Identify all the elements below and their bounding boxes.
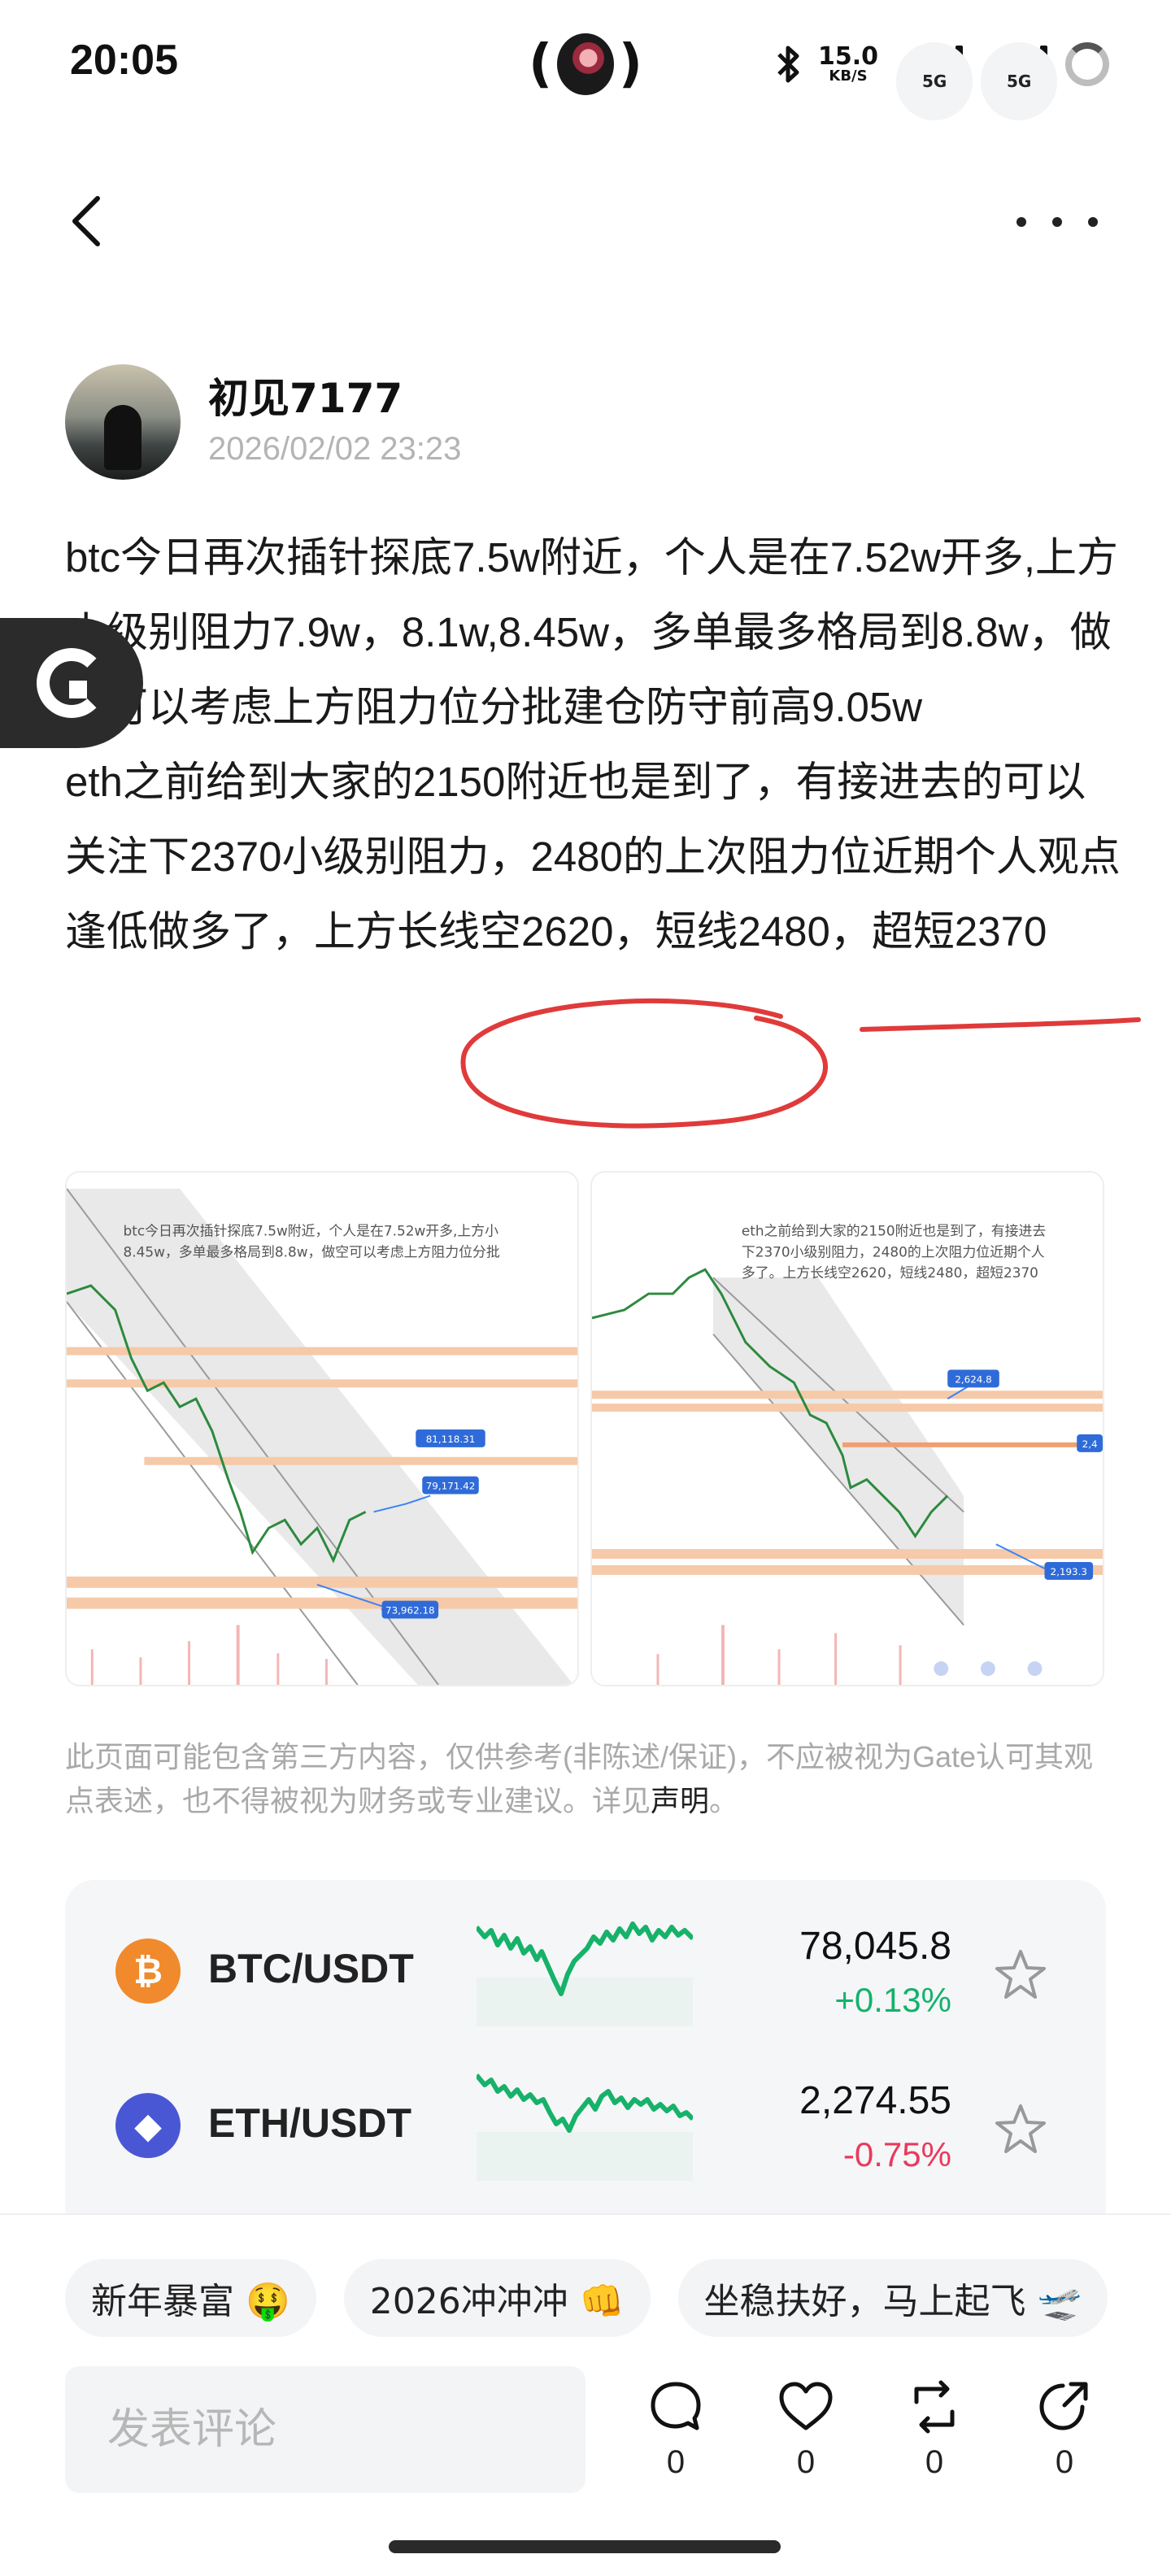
chart-image-btc[interactable]: 81,118.31 79,171.42 73,962.18 btc今日再次插针探… <box>65 1171 579 1686</box>
comment-button[interactable]: 0 <box>639 2378 712 2500</box>
status-icons: 15.0 KB/S 5G 5G <box>776 36 1109 120</box>
comment-bubble-icon <box>651 2382 701 2430</box>
more-dots-icon <box>1016 217 1026 227</box>
author-avatar[interactable] <box>65 364 181 480</box>
home-indicator[interactable] <box>389 2540 781 2553</box>
share-icon <box>1039 2382 1088 2430</box>
pair-change: +0.13% <box>834 1981 951 2019</box>
author-name[interactable]: 初见7177 <box>208 366 403 424</box>
post-paragraph-btc: btc今日再次插针探底7.5w附近，个人是在7.52w开多,上方小级别阻力7.9… <box>65 534 1119 730</box>
network-speed: 15.0 KB/S <box>818 45 878 84</box>
btc-chart-graphic: 81,118.31 79,171.42 73,962.18 btc今日再次插针探… <box>67 1173 577 1685</box>
pair-change: -0.75% <box>842 2135 951 2174</box>
paren-left: ( <box>529 34 553 94</box>
topic-tags: 新年暴富 🤑 2026冲冲冲 👊 坐稳扶好，马上起飞 🛫 <box>65 2259 1108 2337</box>
btc-label-2: 79,171.42 <box>426 1481 476 1492</box>
bluetooth-icon <box>777 46 799 83</box>
like-button[interactable]: 0 <box>769 2378 842 2500</box>
status-time: 20:05 <box>70 37 178 84</box>
comment-input[interactable] <box>65 2366 586 2493</box>
signal-icon: 5G <box>896 42 973 120</box>
post-content: btc今日再次插针探底7.5w附近，个人是在7.52w开多,上方小级别阻力7.9… <box>65 520 1122 969</box>
repost-button[interactable]: 0 <box>898 2378 971 2500</box>
ethereum-icon: ◆ <box>115 2093 181 2158</box>
eth-chart-graphic: 2,624.8 2,4 2,193.3 eth之前给到大家的2150附近也是到了… <box>592 1173 1103 1685</box>
status-center-avatar: ( ) <box>529 29 642 99</box>
pair-symbol: BTC/USDT <box>208 1946 414 1991</box>
heart-icon <box>779 2382 833 2430</box>
like-count: 0 <box>796 2444 816 2480</box>
signal-icon: 5G <box>981 42 1058 120</box>
assistant-icon <box>37 648 107 718</box>
eth-label-3: 2,193.3 <box>1051 1566 1087 1577</box>
eth-sparkline <box>477 2073 693 2181</box>
comment-count: 0 <box>666 2444 686 2480</box>
btc-label-3: 73,962.18 <box>385 1605 435 1617</box>
post-timestamp: 2026/02/02 23:23 <box>208 431 462 467</box>
repost-count: 0 <box>925 2444 944 2480</box>
statement-link[interactable]: 声明 <box>651 1784 709 1817</box>
related-markets-card: ₿ BTC/USDT 78,045.8 +0.13% ◆ ETH/USDT 2,… <box>65 1880 1106 2238</box>
btc-label-1: 81,118.31 <box>426 1434 476 1445</box>
floating-assistant-button[interactable] <box>0 618 143 748</box>
paren-right: ) <box>618 34 642 94</box>
market-pair-eth[interactable]: ◆ ETH/USDT 2,274.55 -0.75% <box>65 2051 1106 2197</box>
disclaimer-end: 。 <box>709 1784 739 1817</box>
market-pair-btc[interactable]: ₿ BTC/USDT 78,045.8 +0.13% <box>65 1896 1106 2043</box>
tag-chip[interactable]: 新年暴富 🤑 <box>65 2259 316 2337</box>
third-party-disclaimer: 此页面可能包含第三方内容，仅供参考(非陈述/保证)，不应被视为Gate认可其观点… <box>65 1735 1114 1823</box>
speed-value: 15.0 <box>817 42 878 71</box>
share-count: 0 <box>1055 2444 1074 2480</box>
chevron-left-icon <box>72 196 100 246</box>
pair-symbol: ETH/USDT <box>208 2100 411 2146</box>
tag-chip[interactable]: 坐稳扶好，马上起飞 🛫 <box>677 2259 1108 2337</box>
sim2-label: 5G <box>981 42 1058 120</box>
eth-label-2: 2,4 <box>1082 1438 1098 1450</box>
sim1-label: 5G <box>896 42 973 120</box>
eth-label-1: 2,624.8 <box>955 1373 991 1385</box>
eth-image-caption-3: 多了。上方长线空2620，短线2480，超短2370 <box>742 1264 1038 1281</box>
eth-image-caption-1: eth之前给到大家的2150附近也是到了，有接进去 <box>742 1223 1047 1239</box>
back-button[interactable] <box>62 189 111 254</box>
favorite-star-icon[interactable] <box>992 1947 1049 2004</box>
favorite-star-icon[interactable] <box>992 2101 1049 2158</box>
disclaimer-text: 此页面可能包含第三方内容，仅供参考(非陈述/保证)，不应被视为Gate认可其观点… <box>65 1740 1094 1817</box>
tag-chip[interactable]: 2026冲冲冲 👊 <box>343 2259 651 2337</box>
speed-unit: KB/S <box>829 67 868 85</box>
bitcoin-icon: ₿ <box>115 1939 181 2004</box>
post-paragraph-eth: eth之前给到大家的2150附近也是到了，有接进去的可以关注下2370小级别阻力… <box>65 759 1121 955</box>
btc-image-caption-1: btc今日再次插针探底7.5w附近，个人是在7.52w开多,上方小 <box>124 1223 499 1239</box>
battery-ring-icon <box>1065 42 1109 86</box>
eth-image-caption-2: 下2370小级别阻力，2480的上次阻力位近期个人 <box>742 1243 1045 1260</box>
repost-icon <box>914 2380 955 2434</box>
pair-price: 78,045.8 <box>799 1925 951 1968</box>
chart-image-eth[interactable]: 2,624.8 2,4 2,193.3 eth之前给到大家的2150附近也是到了… <box>590 1171 1104 1686</box>
share-button[interactable]: 0 <box>1028 2378 1101 2500</box>
pair-price: 2,274.55 <box>799 2079 951 2122</box>
more-options-button[interactable] <box>1016 202 1098 242</box>
btc-image-caption-2: 8.45w，多单最多格局到8.8w，做空可以考虑上方阻力位分批 <box>124 1243 500 1260</box>
profile-avatar-icon <box>557 33 614 95</box>
btc-sparkline <box>477 1921 693 2026</box>
status-bar: 20:05 ( ) 15.0 KB/S 5G 5G <box>0 0 1171 130</box>
